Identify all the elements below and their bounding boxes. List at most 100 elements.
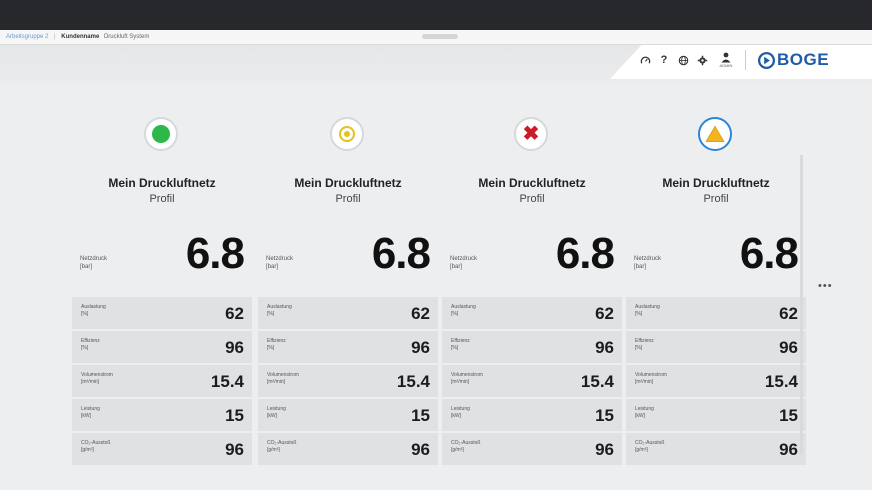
metric-value: 96 bbox=[595, 440, 614, 459]
pressure-label: Netzdruck [bar] bbox=[80, 256, 108, 270]
card-header: Mein Druckluftnetz Profil Netzdruck [bar]… bbox=[626, 97, 806, 293]
metric-value: 96 bbox=[779, 338, 798, 357]
metric-label: Volumenstrom [m³/min] bbox=[635, 372, 667, 385]
metric-row: Leistung [kW] 15 bbox=[258, 399, 438, 431]
metric-label: Effizienz [%] bbox=[267, 338, 286, 351]
settings-icon[interactable] bbox=[693, 51, 711, 69]
scroll-edge bbox=[800, 155, 803, 455]
metric-row: Volumenstrom [m³/min] 15.4 bbox=[442, 365, 622, 397]
metric-value: 62 bbox=[411, 304, 430, 323]
network-card[interactable]: ✖ Mein Druckluftnetz Profil Netzdruck [ba… bbox=[442, 97, 622, 469]
metric-row: CO₂-Ausstoß [g/m³] 96 bbox=[442, 433, 622, 465]
metric-value: 62 bbox=[225, 304, 244, 323]
tab-indicator[interactable] bbox=[422, 34, 458, 39]
metric-label: Volumenstrom [m³/min] bbox=[451, 372, 483, 385]
metric-label: Auslastung [%] bbox=[635, 304, 660, 317]
metric-row: Effizienz [%] 96 bbox=[72, 331, 252, 363]
metric-label: Effizienz [%] bbox=[451, 338, 470, 351]
metric-value: 62 bbox=[779, 304, 798, 323]
metric-label: CO₂-Ausstoß [g/m³] bbox=[635, 440, 665, 453]
metric-row: Volumenstrom [m³/min] 15.4 bbox=[72, 365, 252, 397]
metric-label: Leistung [kW] bbox=[451, 406, 470, 419]
metric-row: Volumenstrom [m³/min] 15.4 bbox=[626, 365, 806, 397]
metric-label: Leistung [kW] bbox=[267, 406, 286, 419]
pressure-value: 6.8 bbox=[185, 229, 245, 278]
metric-row: Effizienz [%] 96 bbox=[258, 331, 438, 363]
pressure-value: 6.8 bbox=[371, 229, 431, 278]
metric-value: 96 bbox=[411, 338, 430, 357]
metric-label: Effizienz [%] bbox=[635, 338, 654, 351]
boge-logo-text: BOGE bbox=[777, 50, 830, 69]
card-subtitle: Profil bbox=[519, 193, 545, 205]
status-error-icon: ✖ bbox=[514, 117, 548, 151]
metric-label: Auslastung [%] bbox=[81, 304, 106, 317]
metric-value: 96 bbox=[779, 440, 798, 459]
user-icon[interactable]: ADMIN bbox=[716, 48, 736, 72]
metric-row: Auslastung [%] 62 bbox=[626, 297, 806, 329]
logo-divider bbox=[745, 50, 746, 70]
metric-label: Leistung [kW] bbox=[635, 406, 654, 419]
metrics-list: Auslastung [%] 62 Effizienz [%] 96 Volumenst… bbox=[442, 297, 622, 467]
card-header: Mein Druckluftnetz Profil Netzdruck [bar]… bbox=[72, 97, 252, 293]
metric-label: CO₂-Ausstoß [g/m³] bbox=[81, 440, 111, 453]
metric-value: 15 bbox=[595, 406, 614, 425]
metric-row: Auslastung [%] 62 bbox=[258, 297, 438, 329]
metric-row: Auslastung [%] 62 bbox=[442, 297, 622, 329]
breadcrumb-link[interactable]: Arbeitsgruppe 2 bbox=[6, 34, 48, 40]
card-title: Mein Druckluftnetz bbox=[294, 176, 402, 190]
more-options-icon[interactable]: ••• bbox=[818, 280, 833, 292]
network-card[interactable]: Mein Druckluftnetz Profil Netzdruck [bar]… bbox=[626, 97, 806, 469]
metric-value: 15 bbox=[225, 406, 244, 425]
metric-label: Effizienz [%] bbox=[81, 338, 100, 351]
breadcrumb: Arbeitsgruppe 2 | Kundenname Druckluft S… bbox=[6, 31, 149, 43]
metric-label: Volumenstrom [m³/min] bbox=[267, 372, 299, 385]
metric-label: CO₂-Ausstoß [g/m³] bbox=[451, 440, 481, 453]
card-subtitle: Profil bbox=[149, 193, 175, 205]
metric-value: 62 bbox=[595, 304, 614, 323]
pressure-label: Netzdruck [bar] bbox=[450, 256, 478, 270]
card-subtitle: Profil bbox=[703, 193, 729, 205]
help-glyph: ? bbox=[660, 54, 668, 66]
metric-row: Effizienz [%] 96 bbox=[442, 331, 622, 363]
metric-row: Leistung [kW] 15 bbox=[72, 399, 252, 431]
metric-row: Effizienz [%] 96 bbox=[626, 331, 806, 363]
boge-logo: BOGE bbox=[758, 50, 829, 70]
metric-value: 15.4 bbox=[580, 372, 614, 391]
metric-value: 96 bbox=[225, 440, 244, 459]
boge-logo-icon bbox=[758, 51, 775, 69]
card-header: ✖ Mein Druckluftnetz Profil Netzdruck [ba… bbox=[442, 97, 622, 293]
card-header: Mein Druckluftnetz Profil Netzdruck [bar]… bbox=[258, 97, 438, 293]
card-title: Mein Druckluftnetz bbox=[662, 176, 770, 190]
metric-row: CO₂-Ausstoß [g/m³] 96 bbox=[258, 433, 438, 465]
network-card[interactable]: Mein Druckluftnetz Profil Netzdruck [bar]… bbox=[258, 97, 438, 469]
metric-value: 15 bbox=[411, 406, 430, 425]
metric-row: Volumenstrom [m³/min] 15.4 bbox=[258, 365, 438, 397]
metrics-list: Auslastung [%] 62 Effizienz [%] 96 Volumenst… bbox=[72, 297, 252, 467]
tab-bar: Arbeitsgruppe 2 | Kundenname Druckluft S… bbox=[0, 30, 872, 45]
metric-value: 96 bbox=[225, 338, 244, 357]
metric-row: Auslastung [%] 62 bbox=[72, 297, 252, 329]
status-ok-icon bbox=[144, 117, 178, 151]
pressure-value: 6.8 bbox=[739, 229, 799, 278]
metrics-list: Auslastung [%] 62 Effizienz [%] 96 Volumenst… bbox=[626, 297, 806, 467]
metric-label: Auslastung [%] bbox=[451, 304, 476, 317]
help-icon[interactable]: ? bbox=[655, 51, 673, 69]
card-subtitle: Profil bbox=[335, 193, 361, 205]
globe-icon[interactable] bbox=[674, 51, 692, 69]
metric-value: 15.4 bbox=[210, 372, 244, 391]
window-top-bar bbox=[0, 0, 872, 30]
dashboard-icon[interactable] bbox=[636, 51, 654, 69]
metric-label: CO₂-Ausstoß [g/m³] bbox=[267, 440, 297, 453]
metric-value: 15 bbox=[779, 406, 798, 425]
metric-label: Leistung [kW] bbox=[81, 406, 100, 419]
metric-label: Auslastung [%] bbox=[267, 304, 292, 317]
user-label: ADMIN bbox=[719, 63, 733, 68]
metric-value: 96 bbox=[595, 338, 614, 357]
metric-row: Leistung [kW] 15 bbox=[626, 399, 806, 431]
network-card[interactable]: Mein Druckluftnetz Profil Netzdruck [bar]… bbox=[72, 97, 252, 469]
system-title: Kundenname bbox=[61, 34, 100, 40]
system-subtitle: Druckluft System bbox=[103, 34, 150, 40]
status-warning-icon bbox=[330, 117, 364, 151]
metric-row: Leistung [kW] 15 bbox=[442, 399, 622, 431]
metric-value: 15.4 bbox=[764, 372, 798, 391]
